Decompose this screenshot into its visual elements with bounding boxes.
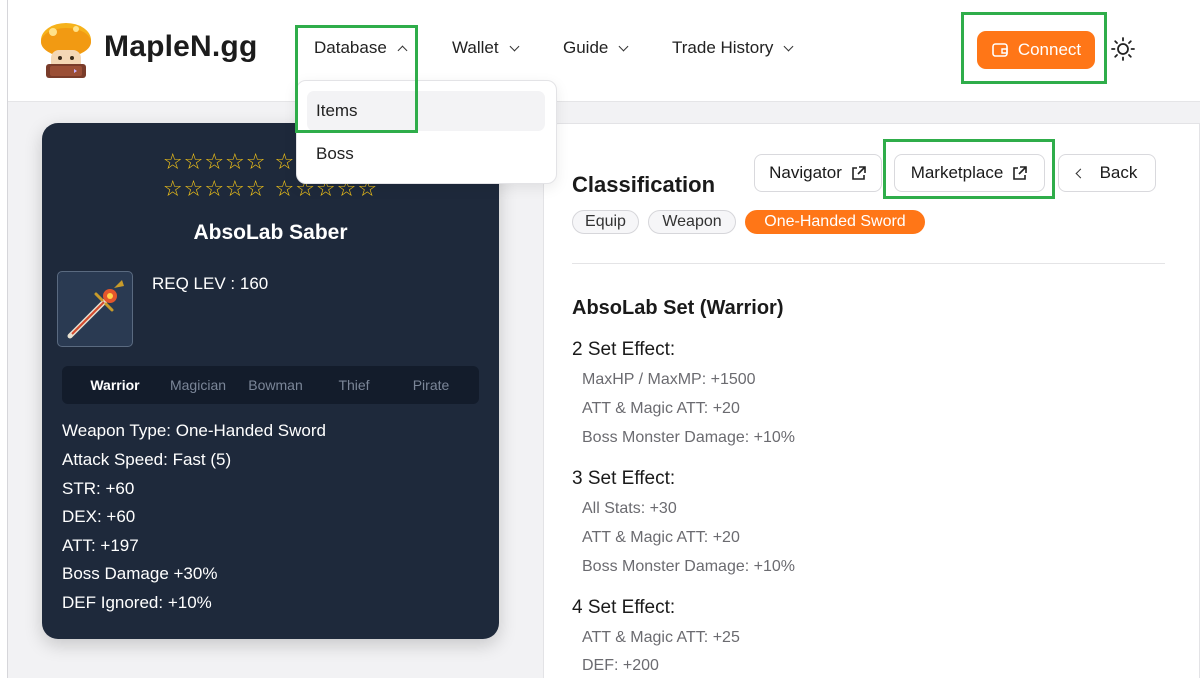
nav-guide[interactable]: Guide [563, 38, 629, 58]
chevron-down-icon [618, 41, 629, 51]
highlight-box-database [295, 25, 418, 133]
set-effect-line: MaxHP / MaxMP: +1500 [582, 371, 756, 388]
classification-heading: Classification [572, 172, 716, 197]
job-tab-thief[interactable]: Thief [323, 377, 385, 393]
set-effect-line: All Stats: +30 [582, 500, 677, 517]
required-level: REQ LEV : 160 [152, 274, 269, 293]
stat-line: ATT: +197 [62, 536, 139, 555]
item-card: ☆☆☆☆☆ ☆☆☆☆☆ ☆☆☆☆☆ ☆☆☆☆☆ AbsoLab Saber RE… [42, 123, 499, 639]
stat-line: Attack Speed: Fast (5) [62, 450, 232, 469]
external-link-icon [852, 165, 866, 180]
tag-equip[interactable]: Equip [572, 210, 639, 234]
nav-guide-label: Guide [563, 38, 609, 57]
dropdown-item-boss[interactable]: Boss [307, 134, 545, 174]
set-effect-heading: 3 Set Effect: [572, 468, 676, 489]
set-effect-line: DEF: +200 [582, 657, 659, 674]
nav-wallet[interactable]: Wallet [452, 38, 520, 58]
stat-line: Weapon Type: One-Handed Sword [62, 421, 326, 440]
stat-line: DEF Ignored: +10% [62, 593, 212, 612]
job-tab-warrior[interactable]: Warrior [62, 377, 168, 393]
brand-name[interactable]: MapleN.gg [104, 30, 257, 64]
job-tab-bowman[interactable]: Bowman [228, 377, 323, 393]
mushroom-logo-icon[interactable] [38, 20, 94, 80]
tag-one-handed-sword[interactable]: One-Handed Sword [745, 210, 925, 234]
set-title: AbsoLab Set (Warrior) [572, 297, 784, 319]
item-detail-panel: Classification Navigator Marketplace Bac… [543, 123, 1200, 678]
job-tab-pirate[interactable]: Pirate [385, 377, 477, 393]
stat-line: DEX: +60 [62, 507, 136, 526]
back-button[interactable]: Back [1058, 154, 1156, 192]
job-class-tabs: Warrior Magician Bowman Thief Pirate [62, 366, 479, 404]
divider [572, 263, 1165, 264]
set-effect-heading: 4 Set Effect: [572, 597, 676, 618]
window-edge [0, 0, 8, 678]
chevron-down-icon [783, 41, 794, 51]
job-tab-magician[interactable]: Magician [168, 377, 228, 393]
navigator-label: Navigator [769, 163, 842, 182]
highlight-box-connect [961, 12, 1107, 84]
stat-line: Boss Damage +30% [62, 564, 218, 583]
saber-icon [67, 280, 124, 339]
navigator-button[interactable]: Navigator [754, 154, 882, 192]
nav-trade-history[interactable]: Trade History [672, 38, 794, 58]
set-effect-line: Boss Monster Damage: +10% [582, 429, 795, 446]
chevron-down-icon [509, 41, 520, 51]
set-effect-line: Boss Monster Damage: +10% [582, 558, 795, 575]
back-label: Back [1099, 163, 1138, 182]
nav-wallet-label: Wallet [452, 38, 499, 57]
tag-weapon[interactable]: Weapon [648, 210, 736, 234]
theme-toggle-sun-icon[interactable] [1110, 36, 1136, 62]
nav-trade-history-label: Trade History [672, 38, 774, 57]
chevron-left-icon [1075, 168, 1086, 178]
set-effect-line: ATT & Magic ATT: +20 [582, 529, 740, 546]
set-effect-heading: 2 Set Effect: [572, 339, 676, 360]
set-effect-line: ATT & Magic ATT: +25 [582, 629, 740, 646]
highlight-box-marketplace [883, 139, 1055, 199]
dropdown-item-label: Boss [316, 144, 354, 163]
item-thumbnail [57, 271, 133, 347]
item-name: AbsoLab Saber [193, 221, 348, 244]
stat-line: STR: +60 [62, 479, 135, 498]
set-effect-line: ATT & Magic ATT: +20 [582, 400, 740, 417]
